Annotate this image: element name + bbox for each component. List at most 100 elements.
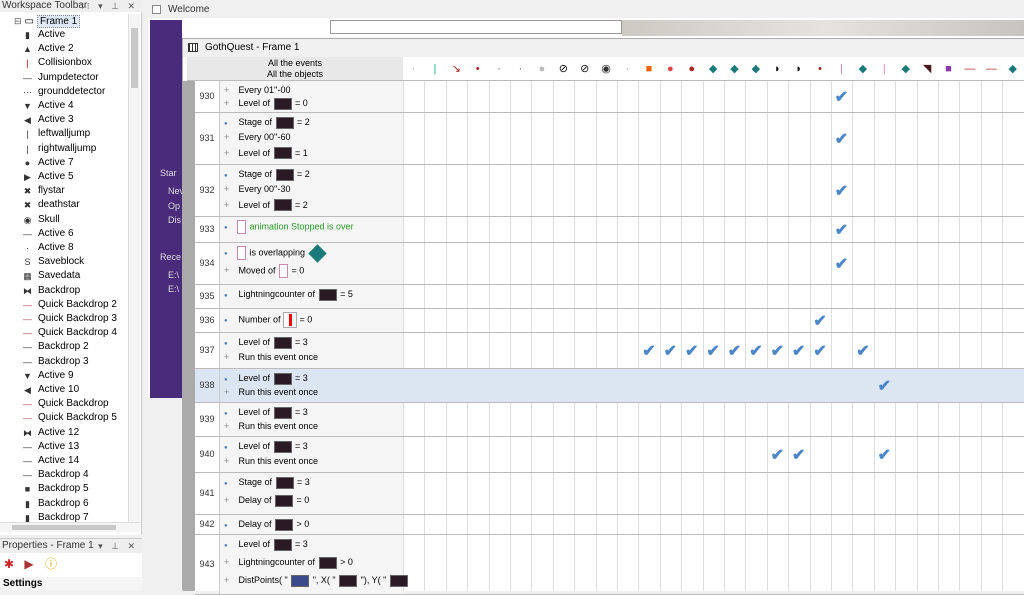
workspace-vertical-scrollbar[interactable] bbox=[128, 14, 140, 522]
event-row[interactable]: 936 ● Number of = 0 ✔ bbox=[195, 309, 1024, 333]
condition-line[interactable]: + Level of = 2 bbox=[224, 199, 308, 212]
event-cells[interactable]: ✔ bbox=[403, 165, 1024, 216]
event-conditions[interactable]: ● is overlapping + Moved of = 0 bbox=[219, 243, 403, 284]
tree-item[interactable]: ▲ Active 2 bbox=[23, 42, 74, 56]
event-conditions[interactable]: ● Level of = 3 + Run this event once bbox=[219, 369, 403, 402]
condition-line[interactable]: ● Level of = 3 bbox=[224, 406, 308, 421]
tree-item[interactable]: — Active 14 bbox=[23, 454, 79, 468]
condition-line[interactable]: ● Level of = 3 bbox=[224, 336, 308, 351]
checkmark-icon[interactable]: ✔ bbox=[745, 341, 766, 361]
event-cells[interactable]: ✔ bbox=[403, 309, 1024, 332]
column-object-icon[interactable]: ◆ bbox=[745, 61, 766, 77]
condition-line[interactable]: + Moved of = 0 bbox=[224, 264, 304, 278]
tree-item[interactable]: ▼ Active 4 bbox=[23, 99, 74, 113]
tree-item[interactable]: ▮ Backdrop 7 bbox=[25, 511, 89, 522]
event-conditions[interactable]: ● animation Stopped is over bbox=[219, 217, 403, 242]
column-object-icon[interactable]: ⊘ bbox=[553, 61, 574, 77]
tree-item[interactable]: ◀ Active 3 bbox=[24, 113, 74, 127]
condition-line[interactable]: ● is overlapping bbox=[224, 243, 327, 263]
checkmark-icon[interactable]: ✔ bbox=[703, 341, 724, 361]
tree-item[interactable]: ✖ deathstar bbox=[24, 198, 80, 212]
column-object-icon[interactable]: ↘ bbox=[446, 61, 467, 77]
checkmark-icon[interactable]: ✔ bbox=[767, 341, 788, 361]
checkmark-icon[interactable]: ✔ bbox=[810, 341, 831, 361]
checkmark-icon[interactable]: ✔ bbox=[831, 181, 852, 201]
column-object-icon[interactable]: ◆ bbox=[852, 61, 873, 77]
checkmark-icon[interactable]: ✔ bbox=[638, 341, 659, 361]
tree-item[interactable]: | leftwalljump bbox=[26, 127, 90, 141]
welcome-text[interactable]: E:\ bbox=[168, 284, 179, 294]
event-row[interactable]: 941 ● Stage of = 3 + Delay of = 0 bbox=[195, 473, 1024, 515]
column-object-icon[interactable]: · bbox=[403, 61, 424, 77]
event-cells[interactable] bbox=[403, 473, 1024, 514]
tree-item[interactable]: ● Active 7 bbox=[25, 156, 74, 170]
condition-line[interactable]: ● Level of = 3 bbox=[224, 440, 308, 455]
condition-line[interactable]: ● Stage of = 2 bbox=[224, 116, 310, 131]
checkmark-icon[interactable]: ✔ bbox=[681, 341, 702, 361]
event-cells[interactable]: ✔ bbox=[403, 217, 1024, 242]
tree-item[interactable]: ◉ Skull bbox=[24, 213, 60, 227]
tree-item[interactable]: — Backdrop 2 bbox=[23, 340, 89, 354]
column-object-icon[interactable]: ◆ bbox=[703, 61, 724, 77]
column-object-icon[interactable]: | bbox=[831, 61, 852, 77]
checkmark-icon[interactable]: ✔ bbox=[831, 129, 852, 149]
column-object-icon[interactable]: ◗ bbox=[788, 61, 809, 77]
event-row[interactable]: 943 ● Level of = 3 + Lightningcounter of … bbox=[195, 535, 1024, 595]
column-object-icon[interactable]: | bbox=[874, 61, 895, 77]
tree-item[interactable]: — Active 6 bbox=[23, 227, 74, 241]
event-cells[interactable]: ✔ bbox=[403, 81, 1024, 112]
condition-line[interactable]: + Delay of = 0 bbox=[224, 494, 309, 507]
event-row[interactable]: 931 ● Stage of = 2 + Every 00''-60 + Leve… bbox=[195, 113, 1024, 165]
checkmark-icon[interactable]: ✔ bbox=[831, 254, 852, 274]
welcome-text[interactable]: E:\ bbox=[168, 270, 179, 280]
event-conditions[interactable]: ● Number of = 0 bbox=[219, 309, 403, 332]
tree-item[interactable]: ▮ Active bbox=[25, 28, 65, 42]
tree-item[interactable]: ▼ Active 9 bbox=[23, 369, 74, 383]
workspace-horizontal-scrollbar[interactable] bbox=[0, 522, 140, 532]
condition-line[interactable]: + Every 01''-00 bbox=[224, 84, 290, 97]
condition-line[interactable]: ● animation Stopped is over bbox=[224, 220, 354, 235]
settings-section[interactable]: Settings bbox=[0, 577, 142, 591]
checkmark-icon[interactable]: ✔ bbox=[767, 445, 788, 465]
event-cells[interactable]: ✔ ✔ ✔ bbox=[403, 437, 1024, 472]
event-conditions[interactable]: ● Level of = 3 + Run this event once bbox=[219, 437, 403, 472]
column-object-icon[interactable]: ◆ bbox=[895, 61, 916, 77]
event-conditions[interactable]: ● Level of = 3 + Run this event once bbox=[219, 333, 403, 368]
tree-item[interactable]: ◀ Active 10 bbox=[24, 383, 79, 397]
column-object-icon[interactable]: ◆ bbox=[1002, 61, 1023, 77]
column-object-icon[interactable]: ◆ bbox=[724, 61, 745, 77]
condition-line[interactable]: + DistPoints( " ", X( " "), Y( " bbox=[224, 574, 409, 587]
column-object-icon[interactable]: ◥ bbox=[917, 61, 938, 77]
welcome-text[interactable]: Star bbox=[160, 168, 177, 178]
tree-item[interactable]: ⋯ grounddetector bbox=[23, 85, 105, 99]
tree-item[interactable]: | rightwalljump bbox=[26, 142, 96, 156]
condition-line[interactable]: + Every 00''-30 bbox=[224, 183, 290, 196]
film-icon[interactable]: ▶ bbox=[22, 557, 36, 571]
event-row[interactable]: 942 ● Delay of > 0 bbox=[195, 515, 1024, 535]
condition-line[interactable]: ● Stage of = 2 bbox=[224, 168, 310, 183]
condition-line[interactable]: + Run this event once bbox=[224, 455, 318, 468]
tree-item[interactable]: — Jumpdetector bbox=[23, 71, 99, 85]
checkmark-icon[interactable]: ✔ bbox=[874, 445, 895, 465]
column-object-icon[interactable]: ● bbox=[531, 61, 552, 77]
event-conditions[interactable]: ● Level of = 3 + Run this event once bbox=[219, 403, 403, 436]
column-object-icon[interactable]: ● bbox=[660, 61, 681, 77]
gear-icon[interactable]: ✱ bbox=[2, 557, 16, 571]
tree-item[interactable]: — Backdrop 4 bbox=[23, 468, 89, 482]
checkmark-icon[interactable]: ✔ bbox=[852, 341, 873, 361]
checkmark-icon[interactable]: ✔ bbox=[724, 341, 745, 361]
panel-controls[interactable]: ⁝⁝ ▾ ⊥ ✕ bbox=[81, 0, 138, 12]
tree-item[interactable]: — Quick Backdrop bbox=[23, 397, 109, 411]
info-icon[interactable]: ⓘ bbox=[44, 557, 58, 571]
panel-controls[interactable]: ▾ ⊥ ✕ bbox=[98, 539, 138, 553]
event-row[interactable]: 939 ● Level of = 3 + Run this event once bbox=[195, 403, 1024, 437]
column-object-icon[interactable]: · bbox=[510, 61, 531, 77]
tree-item[interactable]: — Quick Backdrop 2 bbox=[23, 298, 117, 312]
tree-item[interactable]: · Active 8 bbox=[26, 241, 74, 255]
tree-item[interactable]: — Quick Backdrop 5 bbox=[23, 411, 117, 425]
tree-item[interactable]: ▶ Active 5 bbox=[24, 170, 74, 184]
column-object-icon[interactable]: • bbox=[467, 61, 488, 77]
welcome-text[interactable]: Op bbox=[168, 201, 180, 211]
event-row[interactable]: 933 ● animation Stopped is over ✔ bbox=[195, 217, 1024, 243]
column-object-icon[interactable]: — bbox=[959, 61, 980, 77]
